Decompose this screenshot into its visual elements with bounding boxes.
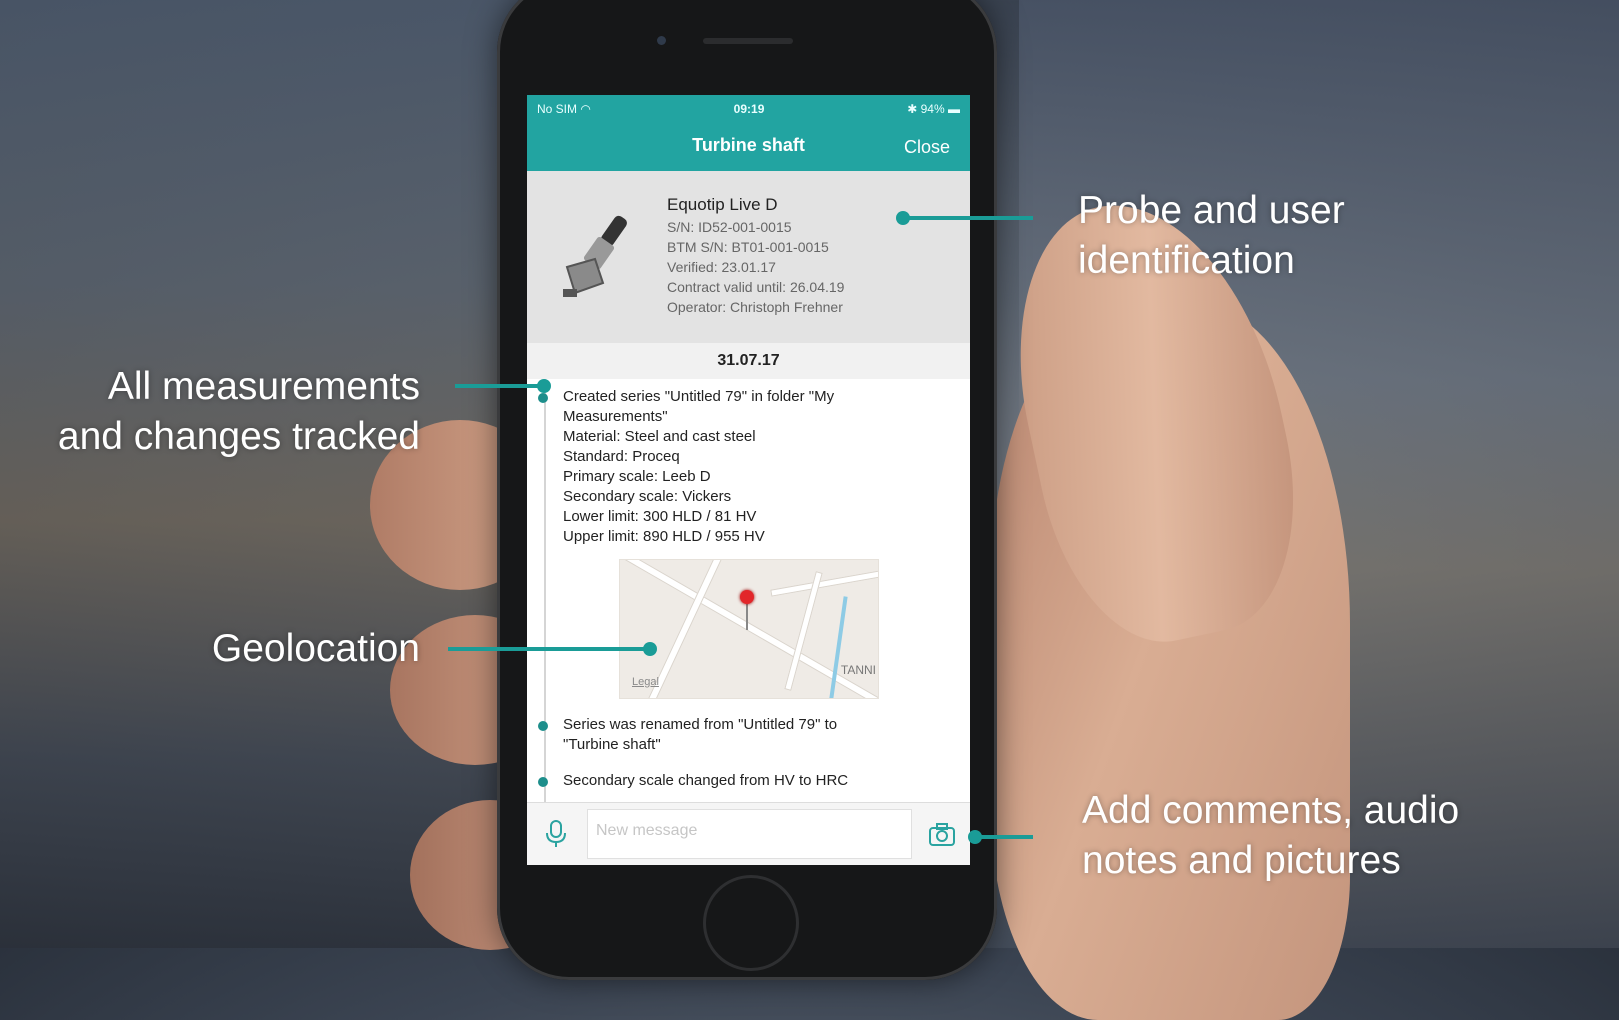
microphone-icon[interactable] — [543, 819, 569, 849]
probe-card: Equotip Live D S/N: ID52-001-0015 BTM S/… — [527, 171, 970, 343]
entry-line: Standard: Proceq — [563, 448, 680, 465]
connector-line — [448, 647, 650, 651]
clock: 09:19 — [733, 102, 765, 116]
comments-annotation: Add comments, audio notes and pictures — [1082, 786, 1459, 886]
battery-status: ✱ 94% ▬ — [907, 102, 960, 116]
probe-serial: S/N: ID52-001-0015 — [667, 219, 792, 235]
timeline-entry: Created series "Untitled 79" in folder "… — [538, 387, 956, 699]
annotation-line: Add comments, audio — [1082, 789, 1460, 832]
map-road — [770, 570, 878, 597]
entry-line: Created series "Untitled 79" in folder "… — [563, 388, 835, 405]
home-button[interactable] — [703, 875, 799, 971]
timeline-entry: Secondary scale changed from HV to HRC — [538, 771, 956, 791]
entry-line: Secondary scale: Vickers — [563, 488, 732, 505]
nav-bar: Turbine shaft Close — [527, 123, 970, 171]
verified-date: Verified: 23.01.17 — [667, 259, 776, 275]
bluetooth-icon: ✱ — [907, 102, 918, 116]
wifi-icon: ◠ — [580, 102, 591, 116]
entry-line: "Turbine shaft" — [563, 736, 661, 753]
entry-line: Material: Steel and cast steel — [563, 428, 756, 445]
message-bar: New message — [527, 802, 970, 865]
probe-name: Equotip Live D — [667, 195, 778, 214]
location-map[interactable]: Legal TANNI — [619, 559, 879, 699]
close-button[interactable]: Close — [904, 137, 950, 158]
camera-icon[interactable] — [928, 823, 956, 847]
tracked-annotation: All measurements and changes tracked — [20, 362, 420, 462]
probe-info: Equotip Live D S/N: ID52-001-0015 BTM S/… — [667, 195, 844, 317]
entry-line: Secondary scale changed from HV to HRC — [563, 772, 849, 789]
carrier: No SIM ◠ — [537, 102, 591, 116]
map-legal-link[interactable]: Legal — [632, 672, 659, 692]
timeline-dot — [538, 721, 548, 731]
timeline-dot — [538, 393, 548, 403]
entry-line: Lower limit: 300 HLD / 81 HV — [563, 508, 757, 525]
annotation-line: Probe and user — [1078, 189, 1345, 232]
map-street-label: TANNI — [840, 663, 876, 677]
status-bar: No SIM ◠ 09:19 ✱ 94% ▬ — [527, 95, 970, 123]
geo-annotation: Geolocation — [20, 624, 420, 674]
annotation-line: Geolocation — [211, 627, 420, 670]
map-pin-icon — [740, 590, 754, 604]
connector-line — [975, 835, 1033, 839]
entry-line: Upper limit: 890 HLD / 955 HV — [563, 528, 765, 545]
message-input[interactable]: New message — [587, 809, 912, 859]
connector-line — [455, 384, 543, 388]
battery-icon: ▬ — [947, 102, 960, 116]
contract-valid: Contract valid until: 26.04.19 — [667, 279, 845, 295]
connector-dot — [537, 379, 551, 393]
map-pin-stick — [746, 604, 748, 630]
timeline[interactable]: Created series "Untitled 79" in folder "… — [527, 379, 970, 849]
probe-device-icon — [563, 215, 627, 297]
entry-line: Measurements" — [563, 408, 668, 425]
timeline-dot — [538, 777, 548, 787]
date-header: 31.07.17 — [527, 343, 970, 379]
entry-line: Series was renamed from "Untitled 79" to — [563, 716, 838, 733]
operator: Operator: Christoph Frehner — [667, 299, 843, 315]
annotation-line: identification — [1078, 239, 1295, 282]
btm-serial: BTM S/N: BT01-001-0015 — [667, 239, 829, 255]
probe-id-annotation: Probe and user identification — [1078, 186, 1345, 286]
connector-line — [903, 216, 1033, 220]
front-camera — [657, 36, 666, 45]
entry-line: Primary scale: Leeb D — [563, 468, 711, 485]
annotation-line: and changes tracked — [57, 415, 420, 458]
speaker — [703, 38, 793, 44]
annotation-line: notes and pictures — [1082, 839, 1401, 882]
annotation-line: All measurements — [107, 365, 420, 408]
connector-dot — [643, 642, 657, 656]
timeline-entry: Series was renamed from "Untitled 79" to… — [538, 715, 956, 755]
